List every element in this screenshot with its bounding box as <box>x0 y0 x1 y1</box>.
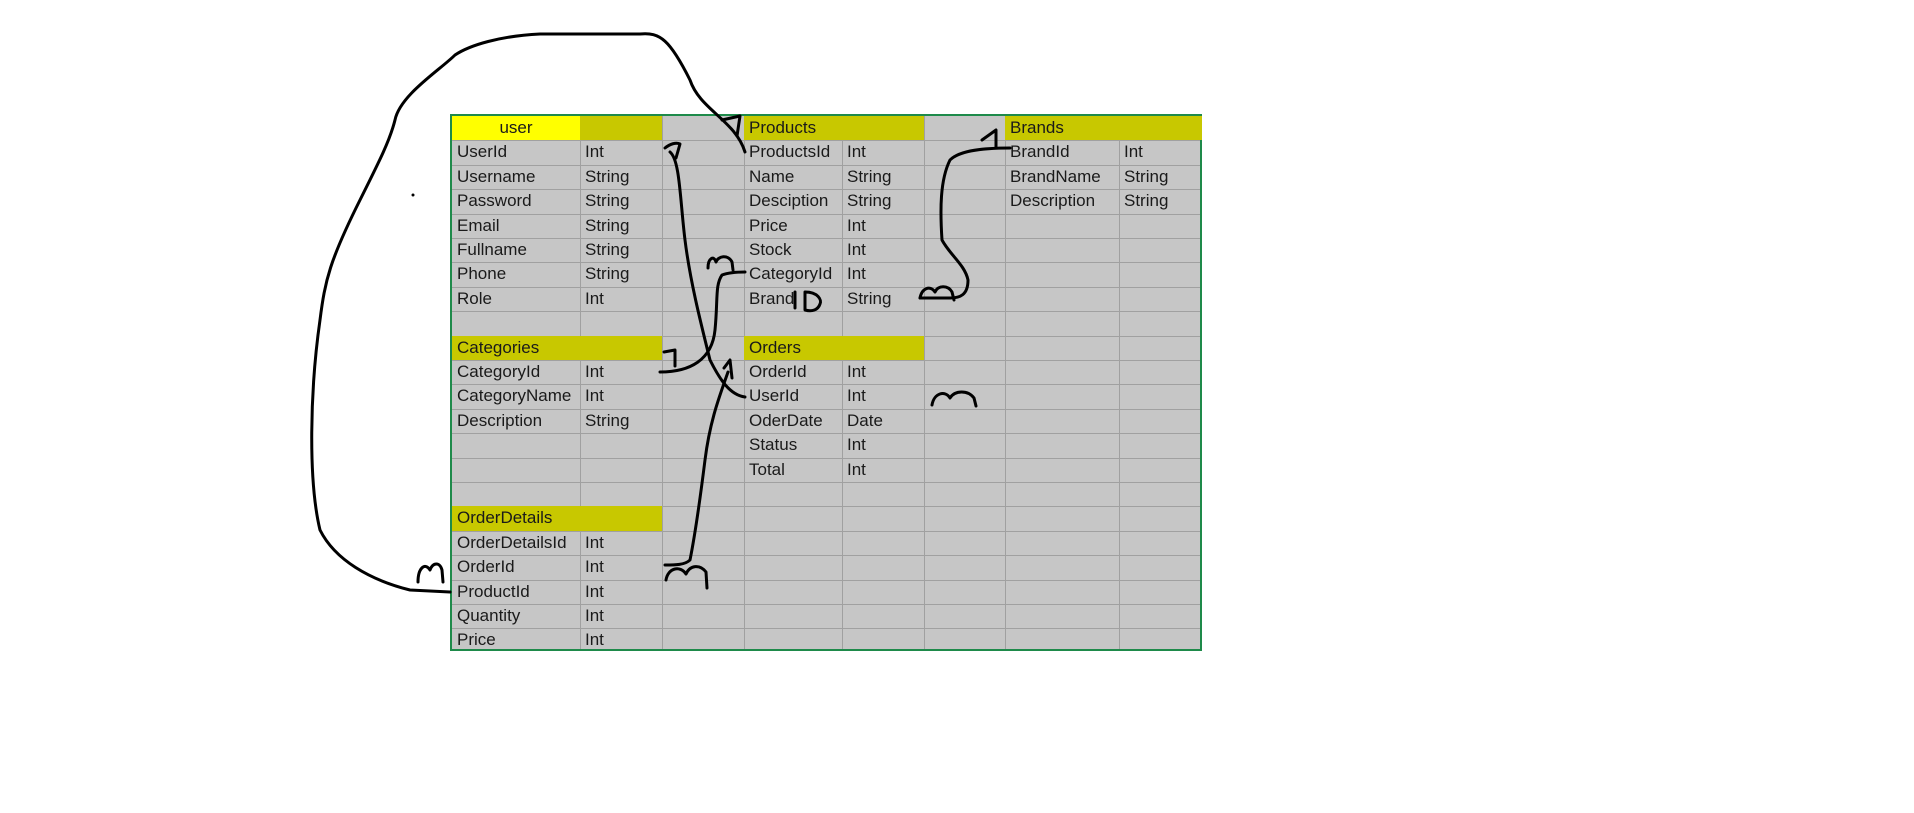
ink-brands-products <box>918 146 1012 300</box>
one-mark-brands <box>980 128 998 150</box>
many-mark-orders-side <box>930 390 978 408</box>
ink-user-orders <box>668 150 747 399</box>
brand-id-handwriting <box>793 290 822 313</box>
ink-categories-products <box>658 270 747 374</box>
ink-orders-orderdetails <box>663 370 730 567</box>
ink-dot <box>411 193 415 197</box>
one-mark-products <box>720 114 742 138</box>
many-mark-orderdetails-productid <box>416 562 445 584</box>
many-mark-products-categoryid <box>706 255 735 272</box>
one-mark-categories <box>662 348 677 368</box>
ink-loop-user-orderdetails <box>310 32 747 594</box>
relationship-ink-layer <box>310 32 1012 594</box>
many-mark-orderdetails-orderid <box>664 565 709 590</box>
canvas: user UserId Int Username String Password Strin… <box>0 0 1914 813</box>
